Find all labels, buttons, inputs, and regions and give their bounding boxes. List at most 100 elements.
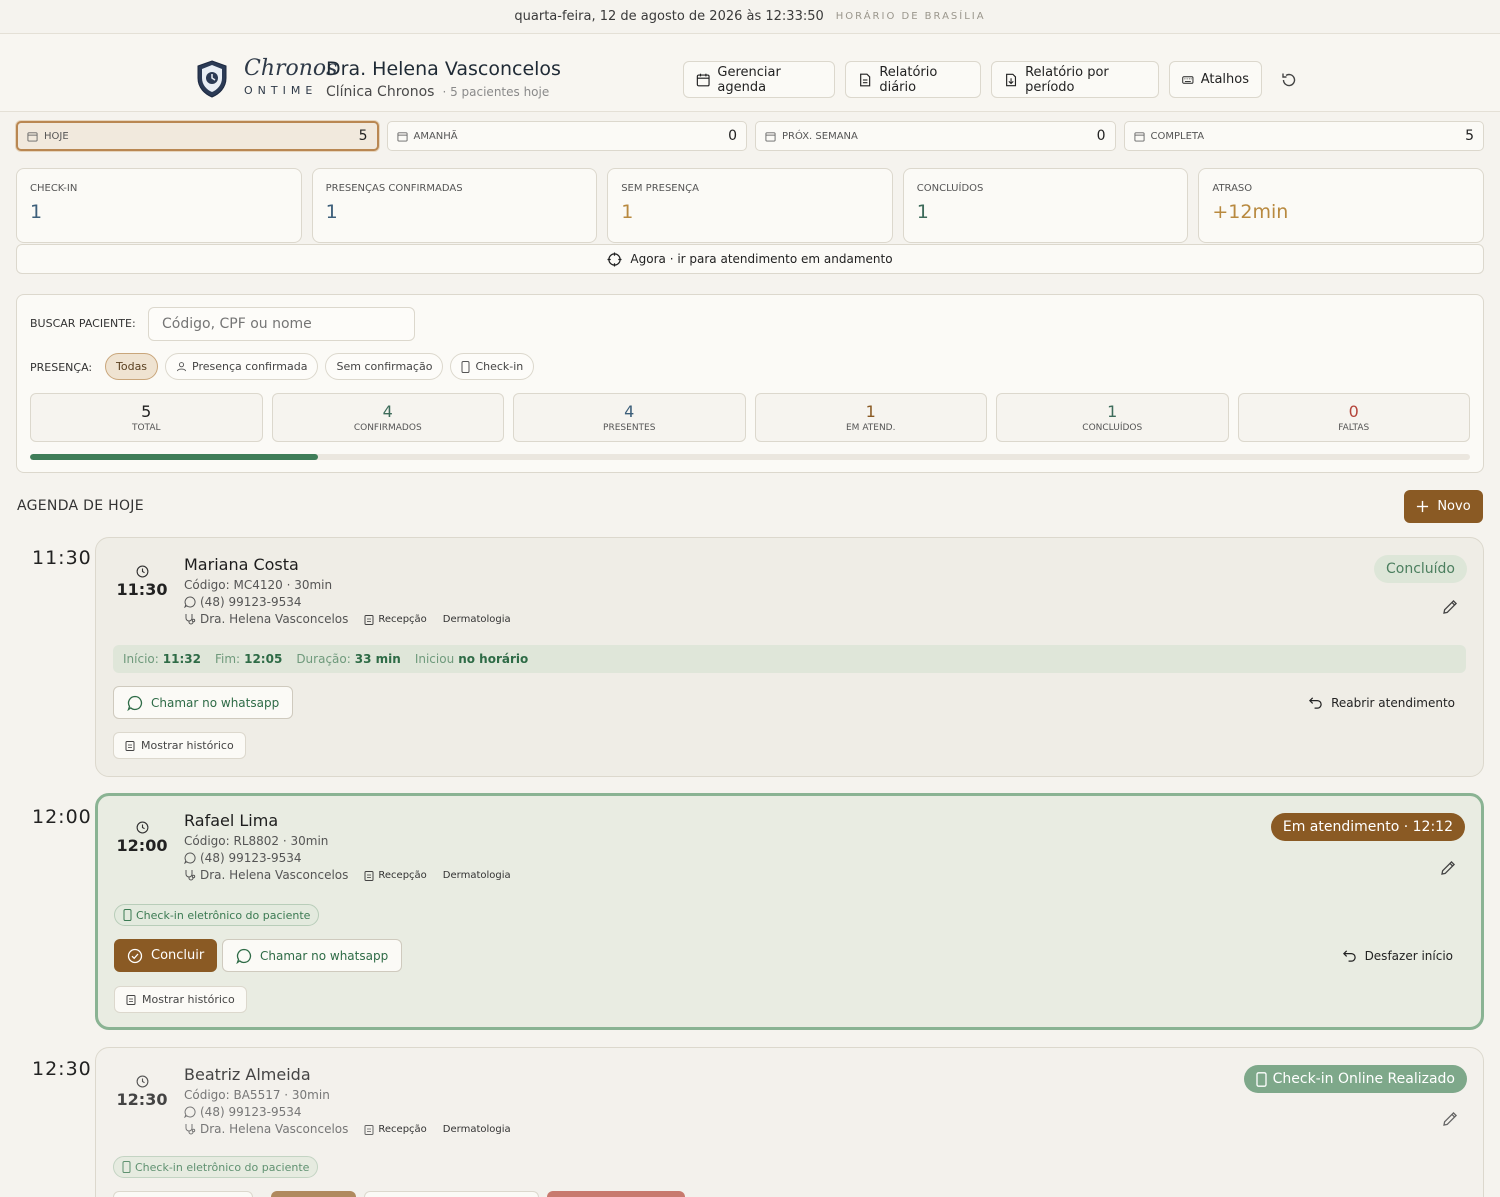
patient-code: Código: RL8802 · 30min (184, 834, 329, 848)
daily-report-label: Relatório diário (879, 64, 938, 95)
show-history-button[interactable]: Mostrar histórico (114, 986, 247, 1013)
whatsapp-button[interactable]: Chamar no whatsapp (222, 939, 403, 972)
chip-no-confirmation[interactable]: Sem confirmação (325, 353, 444, 380)
stat-label: PRESENÇAS CONFIRMADAS (325, 183, 463, 194)
timeline-start: 11:32 (162, 652, 201, 666)
smartphone-icon (1255, 1071, 1267, 1087)
pencil-icon[interactable] (1441, 1110, 1459, 1128)
header: Chronos ONTIME Dra. Helena Vasconcelos C… (0, 34, 1500, 112)
pencil-icon[interactable] (1441, 598, 1459, 616)
tab-label: AMANHÃ (413, 130, 458, 142)
smartphone-icon (123, 909, 132, 921)
tab-tomorrow[interactable]: AMANHÃ 0 (386, 121, 747, 151)
undo-icon (1342, 950, 1356, 962)
presence-label: PRESENÇA: (30, 361, 93, 374)
patient-phone: (48) 99123-9534 (184, 1105, 511, 1119)
conclude-button[interactable]: Concluir (114, 939, 218, 972)
daily-report-button[interactable]: Relatório diário (845, 61, 981, 98)
user-icon (176, 362, 187, 372)
patient-name[interactable]: Mariana Costa (184, 554, 511, 576)
patient-phone: (48) 99123-9534 (184, 595, 511, 609)
progress-bar (30, 454, 1470, 460)
tab-full[interactable]: COMPLETA 5 (1123, 121, 1484, 151)
stat-confirmed[interactable]: PRESENÇAS CONFIRMADAS 1 (311, 168, 598, 243)
clinic-name: Clínica Chronos (326, 84, 435, 100)
stat-delay[interactable]: ATRASO +12min (1198, 168, 1484, 243)
absence-button[interactable] (547, 1191, 685, 1197)
summary-counts: 5 TOTAL 4 CONFIRMADOS 4 PRESENTES 1 EM ATEND… (30, 393, 1470, 442)
appointment-card: 11:30 Mariana Costa Código: MC4120 · 30m… (95, 537, 1484, 777)
chip-label: Sem confirmação (336, 360, 433, 373)
stethoscope-icon (185, 614, 196, 625)
patient-phone: (48) 99123-9534 (184, 851, 511, 865)
stethoscope-icon (185, 1124, 196, 1135)
document-download-icon (1006, 73, 1017, 86)
new-appointment-button[interactable]: Novo (1404, 490, 1483, 523)
whatsapp-button[interactable]: Chamar no whatsapp (113, 686, 294, 719)
doctor-name: Dra. Helena Vasconcelos (326, 58, 561, 80)
status-badge: Check-in Online Realizado (1243, 1065, 1467, 1093)
shortcuts-button[interactable]: Atalhos (1169, 61, 1262, 98)
check-circle-icon (127, 948, 143, 963)
brand-subtitle: ONTIME (244, 84, 318, 97)
shortcuts-label: Atalhos (1200, 72, 1249, 87)
action-button[interactable] (364, 1191, 539, 1197)
start-button[interactable] (271, 1191, 356, 1197)
clipboard-icon (126, 995, 136, 1005)
time-slot-label: 12:00 (32, 806, 92, 828)
appointment-card-in-progress: 12:00 Rafael Lima Código: RL8802 · 30min… (95, 793, 1484, 1030)
stat-completed[interactable]: CONCLUÍDOS 1 (902, 168, 1189, 243)
go-to-current-appointment-button[interactable]: Agora · ir para atendimento em andamento (16, 244, 1484, 274)
manage-agenda-button[interactable]: Gerenciar agenda (683, 61, 835, 98)
stat-value: +12min (1212, 201, 1289, 223)
progress-fill (30, 454, 318, 460)
calendar-icon (27, 131, 38, 142)
pencil-icon[interactable] (1439, 859, 1457, 877)
patient-doctor: Dra. Helena Vasconcelos Recepção Dermato… (184, 1122, 511, 1136)
time-slot-label: 11:30 (32, 547, 92, 569)
chip-presence-confirmed[interactable]: Presença confirmada (165, 353, 319, 380)
count-total: 5 TOTAL (30, 393, 263, 442)
reopen-appointment-button[interactable]: Reabrir atendimento (1308, 695, 1455, 710)
phone-number: (48) 99123-9534 (200, 1105, 302, 1119)
patient-doctor: Dra. Helena Vasconcelos Recepção Dermato… (184, 612, 511, 626)
echeck-label: Check-in eletrônico do paciente (135, 1160, 310, 1174)
period-report-button[interactable]: Relatório por período (991, 61, 1159, 98)
manage-agenda-label: Gerenciar agenda (717, 64, 781, 95)
search-input[interactable] (148, 307, 415, 341)
doctor-name: Dra. Helena Vasconcelos (200, 868, 349, 882)
stat-no-presence[interactable]: SEM PRESENÇA 1 (607, 168, 893, 243)
patient-doctor: Dra. Helena Vasconcelos Recepção Dermato… (184, 868, 511, 882)
count-value: 1 (865, 401, 876, 421)
search-label: BUSCAR PACIENTE: (30, 317, 136, 330)
crosshair-icon (607, 251, 622, 267)
patient-name[interactable]: Rafael Lima (184, 810, 511, 832)
clipboard-icon (125, 741, 135, 751)
action-button[interactable] (113, 1191, 253, 1197)
refresh-icon[interactable] (1280, 71, 1298, 89)
tab-today[interactable]: HOJE 5 (16, 121, 379, 151)
service-timeline: Início: 11:32 Fim: 12:05 Duração: 33 min In… (113, 645, 1466, 673)
tab-label: HOJE (44, 130, 69, 142)
tab-next-week[interactable]: PRÓX. SEMANA 0 (755, 121, 1116, 151)
stats-row: CHECK-IN 1 PRESENÇAS CONFIRMADAS 1 SEM PRE… (16, 168, 1484, 243)
patient-name[interactable]: Beatriz Almeida (184, 1064, 511, 1086)
count-value: 4 (382, 401, 393, 421)
stat-label: CHECK-IN (30, 183, 78, 194)
chip-all[interactable]: Todas (105, 353, 159, 380)
chip-label: Check-in (475, 360, 524, 373)
smartphone-icon (122, 1161, 131, 1173)
count-present: 4 PRESENTES (513, 393, 746, 442)
badge-time-text: 12:30 (116, 1090, 168, 1109)
timeline-end: 12:05 (244, 652, 283, 666)
stethoscope-icon (185, 870, 196, 881)
count-value: 5 (141, 401, 152, 421)
show-history-button[interactable]: Mostrar histórico (113, 732, 246, 759)
patient-info: Mariana Costa Código: MC4120 · 30min (48… (184, 554, 511, 626)
stat-checkin[interactable]: CHECK-IN 1 (16, 168, 302, 243)
shield-logo-icon (197, 60, 227, 98)
timeline-duration-label: Duração: (296, 652, 351, 666)
brand-name: Chronos (244, 56, 338, 81)
undo-start-button[interactable]: Desfazer início (1342, 948, 1453, 963)
chip-checkin[interactable]: Check-in (450, 353, 535, 380)
